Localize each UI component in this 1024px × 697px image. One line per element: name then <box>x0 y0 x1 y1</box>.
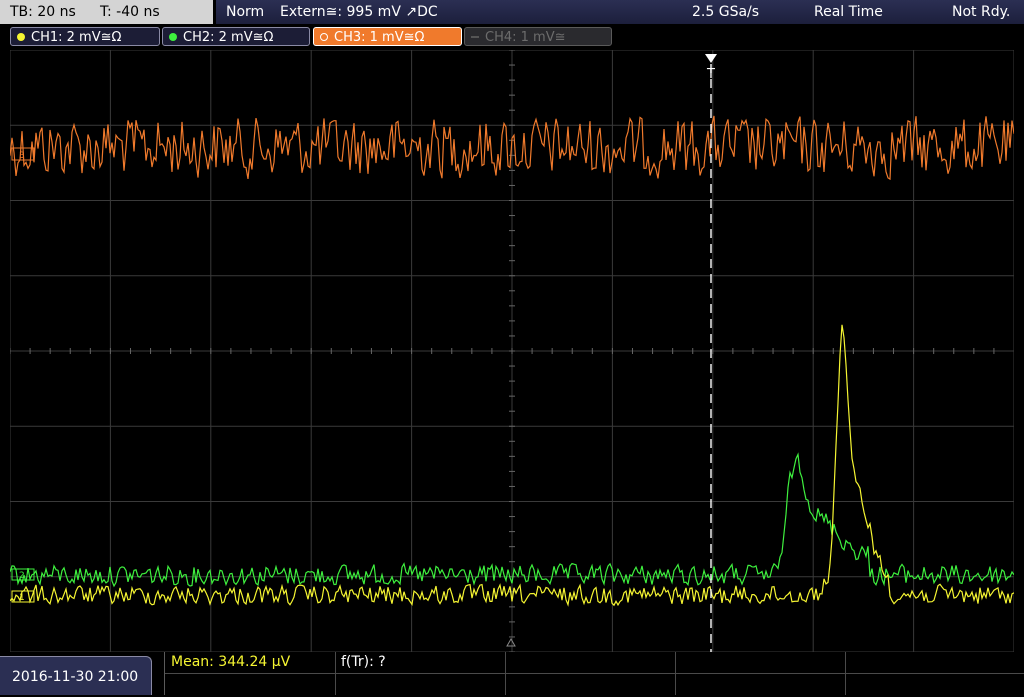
measurement-divider-v4 <box>845 652 846 695</box>
bottom-bar: 2016-11-30 21:00 Mean: 344.24 μV f(Tr): … <box>0 652 1024 695</box>
channel-chip-ch1[interactable]: CH1: 2 mV≅Ω <box>10 27 160 46</box>
trigger-arrow-icon[interactable] <box>705 54 717 63</box>
waveform-display[interactable]: T 3 2 1 <box>9 49 1015 653</box>
trigger-offset-value[interactable]: T: -40 ns <box>100 0 160 24</box>
ch1-color-dot-icon <box>17 33 25 41</box>
center-time-marker-icon <box>506 637 516 647</box>
measurement-divider-v2 <box>505 652 506 695</box>
measurement-divider-v3 <box>675 652 676 695</box>
ch2-label: CH2: 2 mV≅Ω <box>183 30 274 45</box>
measurement-panel[interactable]: Mean: 344.24 μV f(Tr): ? <box>164 652 1024 695</box>
trigger-panel[interactable]: Norm Extern≅: 995 mV ↗DC 2.5 GSa/s Real … <box>216 0 1024 24</box>
ch4-off-dash-icon <box>471 36 479 38</box>
frequency-measurement[interactable]: f(Tr): ? <box>341 654 386 670</box>
measurement-divider-h <box>165 673 1024 674</box>
ch2-ground-marker-icon[interactable]: 2 <box>11 568 35 581</box>
datetime-display: 2016-11-30 21:00 <box>0 656 152 695</box>
trigger-source[interactable]: Extern≅: 995 mV ↗DC <box>280 0 438 24</box>
ch3-label: CH3: 1 mV≅Ω <box>334 30 425 45</box>
ch3-color-dot-icon <box>320 33 328 41</box>
timebase-value[interactable]: TB: 20 ns <box>10 0 76 24</box>
channel-chip-ch4[interactable]: CH4: 1 mV≅ <box>464 27 612 46</box>
ch4-label: CH4: 1 mV≅ <box>485 30 566 45</box>
waveform-svg[interactable]: T 3 2 1 <box>9 49 1015 653</box>
channel-chip-ch2[interactable]: CH2: 2 mV≅Ω <box>162 27 310 46</box>
sample-rate: 2.5 GSa/s <box>692 4 760 20</box>
ch2-color-dot-icon <box>169 33 177 41</box>
trigger-mode[interactable]: Norm <box>226 0 264 24</box>
measurement-divider-v1 <box>335 652 336 695</box>
channel-bar: CH1: 2 mV≅Ω CH2: 2 mV≅Ω CH3: 1 mV≅Ω CH4:… <box>0 26 1024 48</box>
ch1-marker-text: 1 <box>19 593 25 603</box>
channel-chip-ch3[interactable]: CH3: 1 mV≅Ω <box>313 27 462 46</box>
acquisition-mode: Real Time <box>814 4 883 20</box>
trigger-marker-label: T <box>706 67 715 82</box>
ch1-label: CH1: 2 mV≅Ω <box>31 30 122 45</box>
ch3-marker-text: 3 <box>19 151 25 161</box>
top-status-bar: TB: 20 ns T: -40 ns Norm Extern≅: 995 mV… <box>0 0 1024 24</box>
ch2-marker-text: 2 <box>19 571 25 581</box>
mean-measurement[interactable]: Mean: 344.24 μV <box>171 654 290 670</box>
status-text: Not Rdy. <box>952 4 1011 20</box>
timebase-panel[interactable]: TB: 20 ns T: -40 ns <box>0 0 213 24</box>
